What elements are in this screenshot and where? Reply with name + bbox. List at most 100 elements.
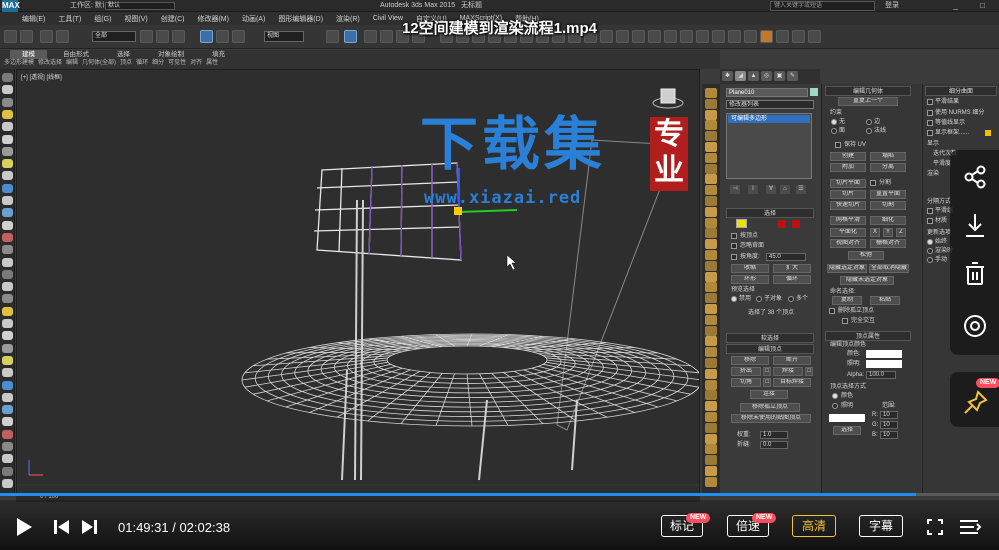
- login-button[interactable]: 登录: [885, 0, 899, 12]
- object-type-icon[interactable]: [705, 109, 717, 120]
- connect-button[interactable]: 连接: [750, 390, 788, 399]
- prev-icon[interactable]: [54, 520, 69, 534]
- left-tool-icon[interactable]: [2, 109, 13, 119]
- workspace-dropdown[interactable]: 默认: [105, 2, 175, 10]
- object-type-icon[interactable]: [705, 476, 717, 487]
- left-tool-icon[interactable]: [2, 343, 13, 353]
- viewcube[interactable]: [652, 88, 684, 109]
- ribbon-subtab-8[interactable]: 对齐: [190, 59, 202, 68]
- create-button[interactable]: 创建: [830, 152, 866, 161]
- object-type-icon[interactable]: [705, 271, 717, 282]
- object-type-icon[interactable]: [705, 163, 717, 174]
- make-planar-button[interactable]: 平面化: [830, 228, 866, 237]
- chamfer-button[interactable]: 切角: [731, 378, 761, 387]
- use-nurms-checkbox[interactable]: [927, 110, 933, 116]
- ribbon-subtab-9[interactable]: 属性: [206, 59, 218, 68]
- unhide-all-button[interactable]: 全部取消隐藏: [869, 264, 909, 273]
- left-tool-icon[interactable]: [2, 405, 13, 415]
- object-type-icon[interactable]: [705, 379, 717, 390]
- by-vertex-checkbox[interactable]: [731, 233, 737, 239]
- object-type-icon[interactable]: [705, 401, 717, 412]
- attach-button[interactable]: 附加: [830, 163, 866, 172]
- object-type-icon[interactable]: [705, 98, 717, 109]
- range-g-field[interactable]: 10: [880, 421, 898, 429]
- create-tab-icon[interactable]: ✱: [722, 71, 733, 81]
- object-type-icon[interactable]: [705, 347, 717, 358]
- hide-unselected-button[interactable]: 隐藏未选定对象: [840, 276, 894, 285]
- copy-button[interactable]: 复制: [832, 296, 862, 305]
- select-by-illum-radio[interactable]: [832, 403, 838, 409]
- gizmo-y-axis[interactable]: [458, 209, 518, 213]
- meshsmooth-button[interactable]: 网格平滑: [830, 216, 866, 225]
- ribbon-tab-1[interactable]: 自由形式: [51, 50, 101, 59]
- modify-tab-icon[interactable]: ◢: [735, 71, 746, 81]
- object-type-icon[interactable]: [705, 185, 717, 196]
- remove-modifier-icon[interactable]: ⌂: [780, 185, 790, 194]
- preview-subobj-radio[interactable]: [756, 296, 762, 302]
- object-type-icon[interactable]: [705, 152, 717, 163]
- paste-button[interactable]: 粘贴: [870, 296, 900, 305]
- planar-y-button[interactable]: Y: [883, 228, 893, 237]
- extrude-settings-button[interactable]: □: [763, 367, 771, 376]
- left-tool-icon[interactable]: [2, 368, 13, 378]
- next-icon[interactable]: [82, 520, 97, 534]
- search-input[interactable]: 键入关键字或短语: [770, 1, 875, 11]
- ribbon-subtab-1[interactable]: 修改选择: [38, 59, 62, 68]
- preview-multi-radio[interactable]: [788, 296, 794, 302]
- object-type-icon[interactable]: [705, 239, 717, 250]
- detach-button[interactable]: 分离: [870, 163, 906, 172]
- share-icon[interactable]: [964, 165, 986, 189]
- object-type-icon[interactable]: [705, 228, 717, 239]
- hierarchy-tab-icon[interactable]: ▲: [748, 71, 759, 81]
- app-logo[interactable]: MAX: [2, 0, 20, 12]
- left-tool-icon[interactable]: [2, 257, 13, 267]
- shrink-button[interactable]: 收缩: [731, 264, 769, 273]
- repeat-last-button[interactable]: 重复上一个: [838, 97, 898, 106]
- hide-selected-button[interactable]: 隐藏选定对象: [827, 264, 867, 273]
- quality-button[interactable]: 高清: [792, 515, 836, 537]
- planar-z-button[interactable]: Z: [896, 228, 906, 237]
- object-type-icon[interactable]: [705, 260, 717, 271]
- window-controls[interactable]: _ □ ×: [930, 0, 999, 22]
- left-tool-icon[interactable]: [2, 183, 13, 193]
- show-end-result-icon[interactable]: I: [748, 185, 758, 194]
- left-tool-icon[interactable]: [2, 282, 13, 292]
- illumination-swatch[interactable]: [866, 360, 902, 368]
- left-tool-icon[interactable]: [2, 122, 13, 132]
- ribbon-subtab-3[interactable]: 几何体(全部): [82, 59, 116, 68]
- loop-button[interactable]: 循环: [773, 275, 811, 284]
- ribbon-tab-4[interactable]: 填充: [200, 50, 237, 59]
- ribbon-subtab-5[interactable]: 循环: [136, 59, 148, 68]
- grid-align-button[interactable]: 栅格对齐: [870, 239, 906, 248]
- left-tool-icon[interactable]: [2, 146, 13, 156]
- rollout-edit-geometry[interactable]: 编辑几何体: [825, 86, 911, 96]
- object-type-icon[interactable]: [705, 196, 717, 206]
- object-type-icon[interactable]: [705, 433, 717, 444]
- left-tool-icon[interactable]: [2, 331, 13, 341]
- left-tool-icon[interactable]: [2, 478, 13, 488]
- constraint-normal-radio[interactable]: [866, 128, 872, 134]
- ignore-backfacing-checkbox[interactable]: [731, 243, 737, 249]
- ribbon-subtab-4[interactable]: 顶点: [120, 59, 132, 68]
- left-tool-icon[interactable]: [2, 232, 13, 242]
- full-interactivity-checkbox[interactable]: [842, 318, 848, 324]
- object-type-icon[interactable]: [705, 120, 717, 131]
- left-tool-icon[interactable]: [2, 319, 13, 328]
- relax-button[interactable]: 松弛: [848, 251, 884, 260]
- object-type-icon[interactable]: [705, 390, 717, 401]
- chamfer-settings-button[interactable]: □: [763, 378, 771, 387]
- weight-field[interactable]: 1.0: [760, 431, 788, 439]
- left-tool-icon[interactable]: [2, 269, 13, 279]
- left-tool-icon[interactable]: [2, 208, 13, 218]
- weld-settings-button[interactable]: □: [805, 367, 813, 376]
- tessellate-button[interactable]: 细化: [870, 216, 906, 225]
- cut-button[interactable]: 切割: [870, 201, 906, 210]
- left-tool-icon[interactable]: [2, 417, 13, 427]
- display-tab-icon[interactable]: ▣: [774, 71, 785, 81]
- left-tool-icon[interactable]: [2, 220, 13, 230]
- quickslice-button[interactable]: 快速切片: [830, 201, 866, 210]
- constraint-none-radio[interactable]: [831, 119, 837, 125]
- gizmo-center[interactable]: [454, 207, 462, 215]
- object-type-icon[interactable]: [705, 444, 717, 455]
- object-type-icon[interactable]: [705, 336, 717, 347]
